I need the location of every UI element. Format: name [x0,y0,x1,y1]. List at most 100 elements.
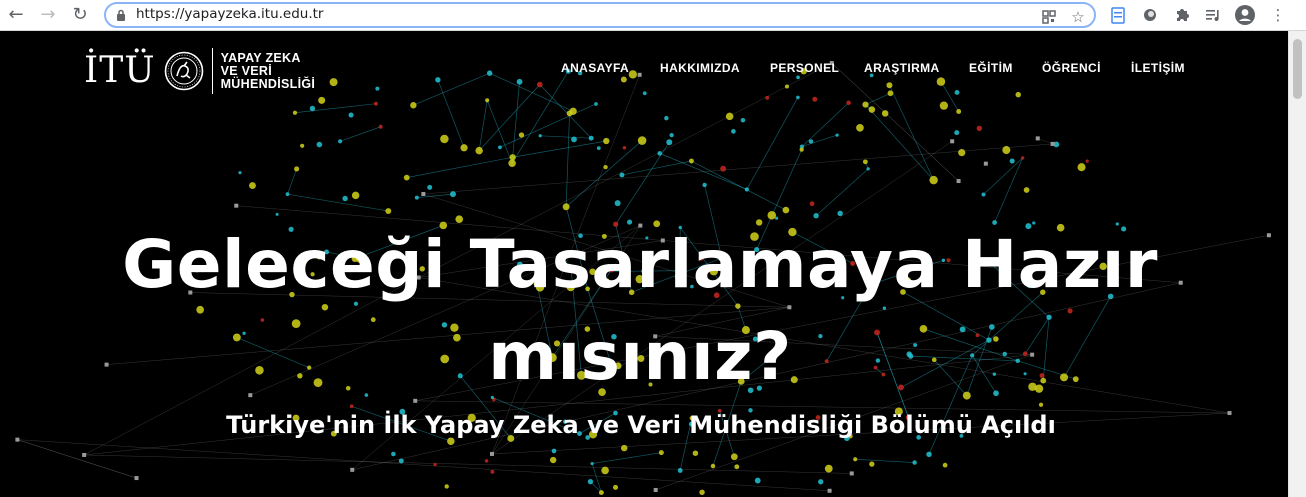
network-node [835,133,839,137]
reload-icon[interactable]: ↻ [68,4,92,26]
star-icon[interactable]: ☆ [1069,8,1087,26]
network-link [994,157,1024,223]
network-node [509,154,516,161]
network-node [699,489,705,496]
nav-hakkimizda[interactable]: HAKKIMIZDA [660,61,770,75]
network-node [435,77,441,83]
network-node [551,448,557,454]
network-node [976,125,983,131]
network-node [1020,156,1025,160]
site-logo[interactable]: İTÜ YAPAY ZEKA VE VERİ MÜHENDİSLİĞİ [84,40,315,102]
puzzle-icon[interactable] [1172,5,1192,25]
network-node [249,182,256,189]
network-node [818,479,824,485]
nav-personel[interactable]: PERSONEL [770,61,864,75]
network-link [865,104,934,181]
network-node [887,90,894,97]
network-node [375,86,380,91]
network-node [866,167,870,171]
network-node [292,110,298,115]
network-link [865,92,891,105]
arrow-left-icon[interactable]: ← [4,4,28,26]
network-node [285,192,290,197]
network-node [658,450,664,456]
network-node [702,182,707,188]
network-node [486,70,493,76]
nav-iletisim[interactable]: İLETİŞİM [1131,61,1185,75]
nav-ogrenci[interactable]: ÖĞRENCİ [1042,61,1131,75]
network-node [588,135,594,141]
network-node [598,490,604,496]
network-node [318,96,326,104]
network-node [275,212,279,216]
main-navigation: ANASAYFA HAKKIMIZDA PERSONEL ARAŞTIRMA E… [561,61,1185,75]
network-node [562,203,570,211]
network-node [329,78,338,87]
lock-icon[interactable] [116,9,126,21]
qr-code-icon[interactable] [1040,8,1058,26]
department-name: YAPAY ZEKA VE VERİ MÜHENDİSLİĞİ [221,51,316,91]
arrow-right-icon[interactable]: → [36,4,60,26]
network-node [490,469,495,474]
network-node [351,191,360,200]
profile-icon[interactable] [1235,5,1255,25]
network-node [596,146,601,151]
network-node [868,106,876,113]
network-link [287,168,297,195]
network-node [460,144,468,152]
nav-arastirma[interactable]: ARAŞTIRMA [864,61,969,75]
network-node [566,110,573,117]
network-node [837,210,843,217]
network-node [484,459,489,463]
network-node [666,139,673,146]
network-node [740,117,746,123]
network-node [710,463,716,469]
background-node [983,161,988,166]
background-node [489,451,494,456]
network-node [936,77,946,86]
network-link [512,140,607,158]
network-node [813,213,819,219]
background-node [421,191,426,196]
network-node [414,195,419,200]
network-node [824,464,833,473]
network-node [427,184,433,190]
network-node [677,468,683,473]
network-node [856,123,864,132]
network-node [348,112,354,118]
network-node [1023,187,1030,193]
network-link [621,160,692,176]
document-extension-icon[interactable] [1108,5,1128,25]
network-node [886,82,893,89]
background-link [17,439,137,479]
address-bar[interactable]: https://yapayzeka.itu.edu.tr ☆ [104,2,1096,28]
nav-egitim[interactable]: EĞİTİM [969,61,1042,75]
kebab-menu-icon[interactable]: ⋮ [1268,5,1288,25]
network-node [734,464,740,470]
network-node [981,192,986,197]
media-queue-icon[interactable] [1203,5,1223,25]
background-node [849,471,854,476]
network-link [592,452,662,464]
network-node [309,105,316,112]
hero-title: Geleceği Tasarlamaya Hazır mısınız? [0,219,1280,403]
page-scrollbar[interactable] [1288,31,1306,497]
nav-anasayfa[interactable]: ANASAYFA [561,61,660,75]
network-node [403,174,410,181]
network-node [410,102,417,109]
scrollbar-thumb[interactable] [1293,39,1302,99]
network-node [809,201,815,207]
circle-extension-icon[interactable] [1140,5,1160,25]
hero-title-line-1: Geleceği Tasarlamaya Hazır [122,226,1158,303]
url-text[interactable]: https://yapayzeka.itu.edu.tr [136,6,323,22]
background-link [423,143,1053,195]
network-link [855,458,915,463]
network-node [349,404,354,409]
background-node [653,487,658,492]
network-node [300,143,305,148]
network-node [485,98,490,103]
network-node [342,195,348,202]
network-node [799,147,804,152]
network-node [765,95,770,100]
network-node [614,200,621,207]
